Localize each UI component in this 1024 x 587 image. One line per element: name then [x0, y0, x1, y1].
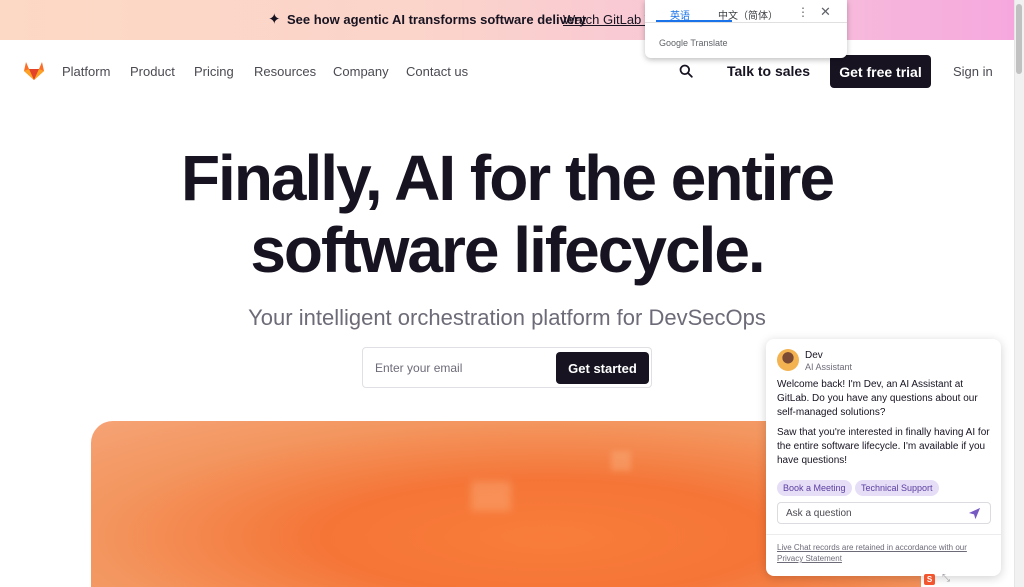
chat-brand-icon[interactable]: S [924, 574, 935, 585]
gitlab-tanuki-icon[interactable] [22, 58, 46, 82]
nav-resources[interactable]: Resources [254, 64, 316, 79]
translate-active-indicator [656, 20, 732, 22]
nav-pricing[interactable]: Pricing [194, 64, 234, 79]
get-started-button[interactable]: Get started [556, 352, 649, 384]
google-translate-brand: Google Translate [659, 38, 728, 48]
get-free-trial-button[interactable]: Get free trial [830, 55, 931, 88]
sparkle-icon: ✦ [268, 11, 281, 28]
nav-product[interactable]: Product [130, 64, 175, 79]
chip-technical-support[interactable]: Technical Support [855, 480, 939, 496]
banner-text: See how agentic AI transforms software d… [287, 12, 587, 27]
sign-in-link[interactable]: Sign in [953, 64, 993, 79]
nav-company[interactable]: Company [333, 64, 389, 79]
email-signup-form: Get started [362, 347, 652, 388]
assistant-role: AI Assistant [805, 362, 853, 372]
more-vert-icon[interactable]: ⋮ [797, 5, 809, 19]
hero-title-line1: Finally, AI for the entire [180, 142, 835, 214]
avatar [777, 349, 799, 371]
hero-image-glow [471, 481, 511, 511]
hero-title: Finally, AI for the entire software life… [0, 142, 1014, 286]
nav-contact-us[interactable]: Contact us [406, 64, 468, 79]
hero-image-glow [611, 451, 631, 471]
privacy-statement-link[interactable]: Live Chat records are retained in accord… [777, 542, 992, 564]
chat-message: Welcome back! I'm Dev, an AI Assistant a… [777, 379, 978, 418]
ask-question-field [777, 502, 991, 524]
assistant-name: Dev [805, 350, 823, 361]
promo-banner: ✦ See how agentic AI transforms software… [0, 0, 1014, 40]
ask-question-input[interactable] [786, 503, 966, 523]
chat-message: Saw that you're interested in finally ha… [777, 427, 990, 466]
hero-title-line2: software lifecycle. [250, 214, 765, 286]
google-translate-popup: 英语 中文（简体） ⋮ ✕ Google Translate [645, 0, 847, 58]
search-icon[interactable] [679, 64, 693, 78]
hero-subtitle: Your intelligent orchestration platform … [248, 305, 766, 330]
page-scrollbar[interactable] [1014, 0, 1024, 587]
scrollbar-thumb[interactable] [1016, 4, 1022, 74]
email-input[interactable] [375, 348, 555, 387]
talk-to-sales-link[interactable]: Talk to sales [727, 63, 810, 79]
chat-divider [766, 534, 1001, 535]
chat-widget: Dev AI Assistant Welcome back! I'm Dev, … [766, 339, 1001, 576]
banner-watch-link[interactable]: Watch GitLab Tr [563, 12, 656, 27]
send-icon[interactable] [968, 507, 981, 520]
chip-book-meeting[interactable]: Book a Meeting [777, 480, 852, 496]
nav-platform[interactable]: Platform [62, 64, 110, 79]
translate-divider [645, 22, 847, 23]
collapse-icon[interactable]: ⤡ [942, 573, 950, 584]
close-icon[interactable]: ✕ [820, 4, 831, 20]
